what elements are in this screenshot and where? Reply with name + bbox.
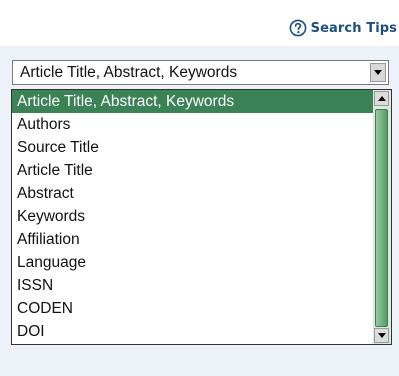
list-item[interactable]: Article Title (12, 159, 373, 182)
question-circle-icon (289, 19, 307, 37)
list-item[interactable]: ISSN (12, 274, 373, 297)
list-item[interactable]: CODEN (12, 297, 373, 320)
chevron-down-icon (377, 333, 386, 338)
options-list: Article Title, Abstract, Keywords Author… (12, 90, 373, 343)
scroll-down-button[interactable] (374, 328, 389, 343)
search-field-select[interactable]: Article Title, Abstract, Keywords (12, 60, 389, 85)
dropdown-list[interactable]: Article Title, Abstract, Keywords Author… (11, 89, 392, 345)
list-item[interactable]: Keywords (12, 205, 373, 228)
list-item[interactable]: Source Title (12, 136, 373, 159)
select-dropdown-button[interactable] (370, 63, 386, 82)
list-item[interactable]: Language (12, 251, 373, 274)
top-bar: Search Tips (0, 0, 399, 46)
search-tips-label[interactable]: Search Tips (311, 21, 397, 36)
list-item[interactable]: Affiliation (12, 228, 373, 251)
chevron-up-icon (377, 96, 386, 101)
list-item[interactable]: Article Title, Abstract, Keywords (12, 90, 373, 113)
search-tips-link[interactable]: Search Tips (289, 19, 397, 37)
chevron-down-icon (374, 70, 382, 75)
list-item[interactable]: Abstract (12, 182, 373, 205)
select-value: Article Title, Abstract, Keywords (20, 64, 238, 81)
scrollbar[interactable] (373, 90, 391, 344)
list-item[interactable]: Authors (12, 113, 373, 136)
scroll-up-button[interactable] (374, 91, 389, 106)
list-item[interactable]: DOI (12, 320, 373, 343)
scroll-thumb[interactable] (375, 109, 388, 327)
